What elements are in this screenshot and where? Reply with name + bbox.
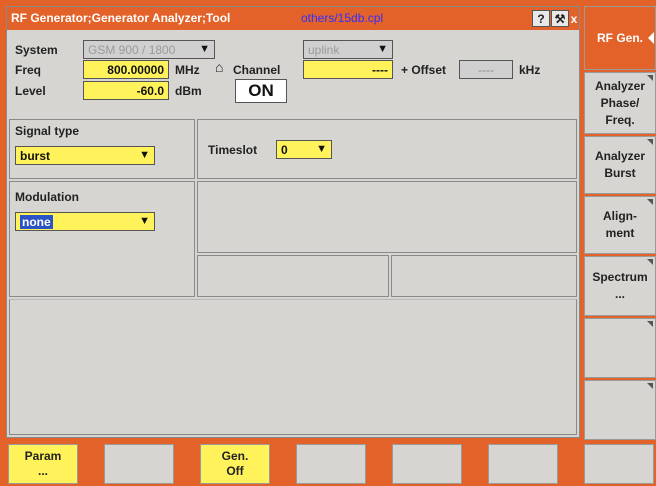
- level-field[interactable]: -60.0: [83, 81, 169, 100]
- link-value: uplink: [308, 42, 340, 57]
- menu-rf-gen[interactable]: RF Gen.: [584, 6, 656, 70]
- active-marker-icon: [648, 32, 654, 44]
- softkey-4[interactable]: [296, 444, 366, 484]
- offset-unit: kHz: [519, 63, 541, 77]
- system-label: System: [15, 43, 58, 57]
- app-window: RF Generator;Generator Analyzer;Tool oth…: [0, 0, 656, 486]
- wrench-icon[interactable]: ⚒: [551, 10, 569, 27]
- corner-marker-icon: [647, 139, 653, 145]
- system-select[interactable]: GSM 900 / 1800 ▼: [83, 40, 215, 59]
- link-select[interactable]: uplink ▼: [303, 40, 393, 59]
- rf-on-button[interactable]: ON: [235, 79, 287, 103]
- corner-marker-icon: [647, 75, 653, 81]
- modulation-label: Modulation: [15, 190, 79, 204]
- freq-unit: MHz: [175, 63, 200, 77]
- file-name[interactable]: others/15db.cpl: [301, 11, 383, 25]
- dropdown-arrow-icon: ▼: [377, 43, 388, 55]
- channel-toggle-icon[interactable]: ⌂: [215, 59, 223, 75]
- title-bar: RF Generator;Generator Analyzer;Tool oth…: [7, 7, 579, 30]
- level-unit: dBm: [175, 84, 202, 98]
- dropdown-arrow-icon: ▼: [199, 43, 210, 55]
- menu-label: Analyzer Burst: [594, 149, 646, 180]
- menu-analyzer-burst[interactable]: Analyzer Burst: [584, 136, 656, 194]
- channel-label: Channel: [233, 63, 281, 77]
- signal-type-select[interactable]: burst ▼: [15, 146, 155, 165]
- menu-analyzer-phase-freq[interactable]: Analyzer Phase/ Freq.: [584, 72, 656, 134]
- signal-type-section: Signal type burst ▼: [9, 119, 195, 179]
- menu-empty-1[interactable]: [584, 318, 656, 378]
- menu-spectrum[interactable]: Spectrum ...: [584, 256, 656, 316]
- modulation-value: none: [20, 214, 53, 229]
- softkey-gen-off[interactable]: Gen. Off: [200, 444, 270, 484]
- modulation-subpanel-left: [197, 255, 389, 297]
- softkey-2[interactable]: [104, 444, 174, 484]
- offset-field[interactable]: ----: [459, 60, 513, 79]
- menu-alignment[interactable]: Align- ment: [584, 196, 656, 254]
- corner-marker-icon: [647, 383, 653, 389]
- menu-label: Align- ment: [603, 209, 637, 240]
- corner-marker-icon: [647, 199, 653, 205]
- softkey-label: Param ...: [24, 449, 62, 478]
- right-menu: RF Gen. Analyzer Phase/ Freq. Analyzer B…: [584, 0, 656, 442]
- corner-marker-icon: [647, 321, 653, 327]
- softkey-7[interactable]: [584, 444, 654, 484]
- menu-label: Analyzer Phase/ Freq.: [594, 78, 646, 127]
- main-panel: RF Generator;Generator Analyzer;Tool oth…: [6, 6, 580, 438]
- level-label: Level: [15, 84, 46, 98]
- dropdown-arrow-icon: ▼: [139, 149, 150, 161]
- menu-empty-2[interactable]: [584, 380, 656, 440]
- dropdown-arrow-icon: ▼: [139, 215, 150, 227]
- empty-area: [9, 299, 577, 435]
- freq-field[interactable]: 800.00000: [83, 60, 169, 79]
- system-value: GSM 900 / 1800: [88, 42, 176, 57]
- timeslot-label: Timeslot: [208, 143, 258, 157]
- window-title: RF Generator;Generator Analyzer;Tool: [11, 11, 231, 25]
- timeslot-value: 0: [281, 142, 288, 157]
- modulation-detail-panel: [197, 181, 577, 253]
- modulation-select[interactable]: none ▼: [15, 212, 155, 231]
- timeslot-select[interactable]: 0 ▼: [276, 140, 332, 159]
- offset-label: + Offset: [401, 63, 447, 77]
- menu-label: RF Gen.: [596, 30, 643, 45]
- softkey-param[interactable]: Param ...: [8, 444, 78, 484]
- dropdown-arrow-icon: ▼: [316, 143, 327, 155]
- freq-label: Freq: [15, 63, 42, 77]
- channel-field[interactable]: ----: [303, 60, 393, 79]
- softkey-6[interactable]: [488, 444, 558, 484]
- softkey-5[interactable]: [392, 444, 462, 484]
- timeslot-section: Timeslot 0 ▼: [197, 119, 577, 179]
- close-icon[interactable]: x: [569, 10, 579, 27]
- softkey-label: Gen. Off: [221, 449, 249, 478]
- menu-label: Spectrum ...: [592, 270, 648, 301]
- modulation-section: Modulation none ▼: [9, 181, 195, 297]
- signal-type-label: Signal type: [15, 124, 80, 138]
- corner-marker-icon: [647, 259, 653, 265]
- modulation-subpanel-right: [391, 255, 577, 297]
- help-icon[interactable]: ?: [532, 10, 550, 27]
- signal-type-value: burst: [20, 148, 50, 163]
